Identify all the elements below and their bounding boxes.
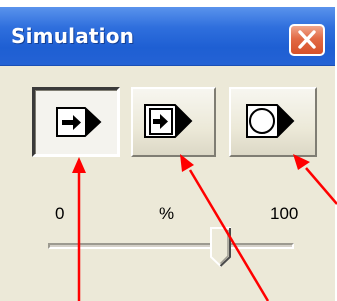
annotation-arrow-loop [293,154,337,205]
annotation-arrow-run-to-end [180,154,270,301]
annotation-arrow-step [72,157,86,301]
annotation-overlay [72,154,337,301]
